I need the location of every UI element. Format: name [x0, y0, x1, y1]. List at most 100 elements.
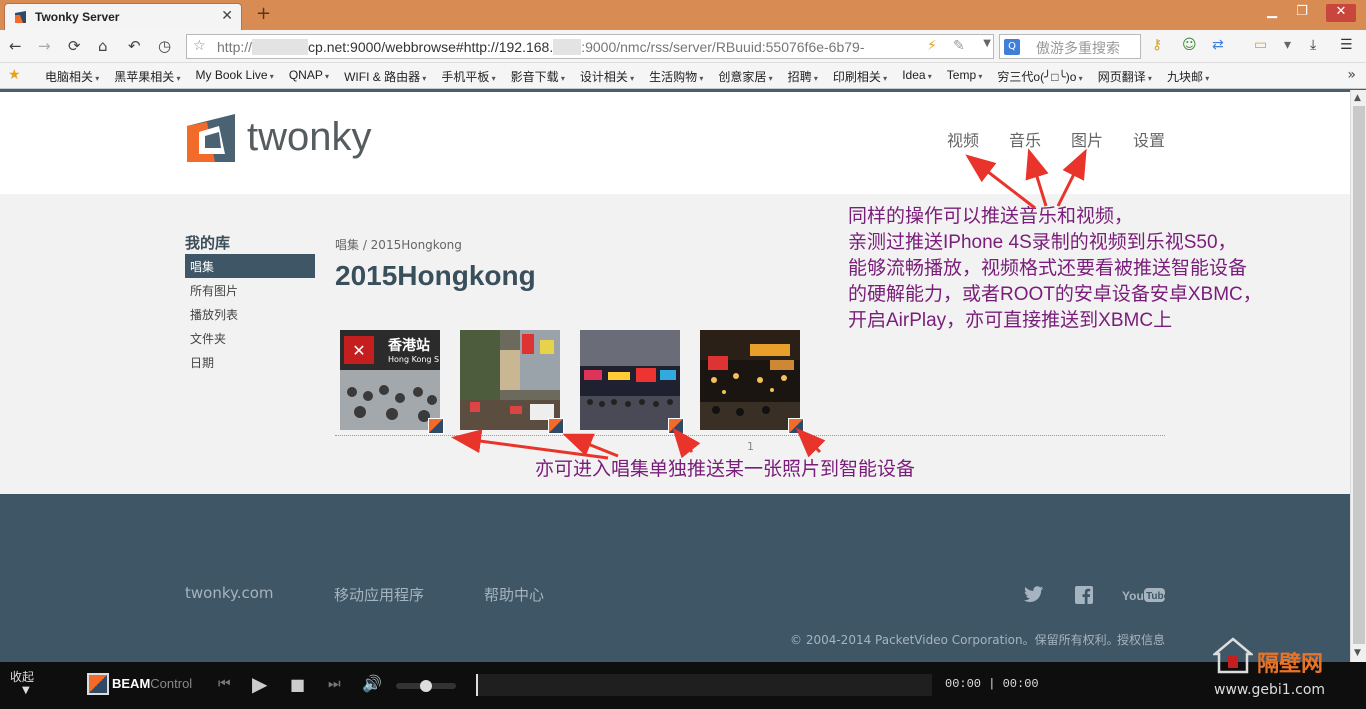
scroll-down-icon[interactable]: ▼ — [1354, 648, 1361, 658]
key-icon[interactable]: ⚷ — [1152, 37, 1162, 53]
next-icon[interactable]: ⏭ — [328, 676, 341, 692]
chevron-down-icon[interactable]: ▼ — [983, 38, 991, 49]
bookmark-list: 电脑相关黑苹果相关 My Book Live QNAP WIFI & 路由器手机平板影… — [45, 68, 1224, 85]
browser-tab[interactable]: Twonky Server ✕ — [4, 3, 242, 30]
annotation-line: 的硬解能力，或者ROOT的安卓设备安卓XBMC， — [848, 284, 1262, 305]
progress-bar[interactable] — [476, 674, 932, 696]
home-icon[interactable]: ⌂ — [98, 37, 108, 55]
sidebar-item-folders[interactable]: 文件夹 — [185, 326, 315, 350]
footer-link-help[interactable]: 帮助中心 — [484, 584, 544, 605]
photo-thumbnail[interactable] — [460, 330, 560, 430]
sidebar-item-date[interactable]: 日期 — [185, 350, 315, 374]
chevron-down-icon: ▼ — [22, 685, 30, 696]
nav-music[interactable]: 音乐 — [1009, 127, 1041, 151]
main-menu-icon[interactable]: ☰ — [1340, 37, 1353, 53]
svg-text:✕: ✕ — [352, 341, 365, 360]
photo-thumbnail[interactable] — [700, 330, 800, 430]
photo-night-street — [700, 330, 800, 430]
facebook-icon[interactable] — [1075, 586, 1093, 604]
scrollbar-thumb[interactable] — [1353, 106, 1365, 644]
logo-text: twonky — [247, 115, 372, 159]
bookmark-item[interactable]: 电脑相关 — [45, 68, 99, 85]
bookmark-item[interactable]: Idea — [902, 68, 932, 85]
bookmark-item[interactable]: 九块邮 — [1167, 68, 1209, 85]
favorites-star-icon[interactable]: ★ — [8, 67, 21, 83]
new-tab-button[interactable]: + — [256, 3, 271, 24]
footer-link-mobile-apps[interactable]: 移动应用程序 — [334, 584, 424, 605]
bookmark-item[interactable]: 生活购物 — [649, 68, 703, 85]
scroll-up-icon[interactable]: ▲ — [1354, 93, 1361, 103]
undo-close-icon[interactable]: ↶ — [128, 37, 141, 55]
bookmark-item[interactable]: 网页翻译 — [1098, 68, 1152, 85]
restore-button[interactable]: ❐ — [1290, 4, 1314, 22]
minimize-button[interactable]: ▁ — [1260, 4, 1284, 22]
beam-push-icon[interactable] — [788, 418, 804, 434]
bookmarks-bar: ★ 电脑相关黑苹果相关 My Book Live QNAP WIFI & 路由器手机平… — [0, 63, 1366, 89]
bookmark-item[interactable]: 穷三代o(╯□╰)o — [997, 68, 1082, 85]
bookmark-item[interactable]: QNAP — [289, 68, 329, 85]
menu-dropdown-icon[interactable]: ▾ — [1284, 37, 1291, 53]
photo-thumbnail[interactable]: ✕ 香港站 Hong Kong S — [340, 330, 440, 430]
breadcrumb[interactable]: 唱集 / 2015Hongkong — [335, 236, 462, 253]
tab-title: Twonky Server — [35, 10, 120, 24]
nav-settings[interactable]: 设置 — [1133, 127, 1165, 151]
sidebar-item-albums[interactable]: 唱集 — [185, 254, 315, 278]
bookmark-item[interactable]: Temp — [947, 68, 983, 85]
previous-icon[interactable]: ⏮ — [218, 676, 231, 692]
nav-video[interactable]: 视频 — [947, 127, 979, 151]
bookmark-item[interactable]: 手机平板 — [441, 68, 495, 85]
download-icon[interactable]: ⤓ — [1310, 37, 1316, 53]
bookmark-item[interactable]: 印刷相关 — [833, 68, 887, 85]
page-scrollbar[interactable]: ▲ ▼ — [1350, 90, 1366, 662]
user-icon[interactable]: ☺ — [1182, 37, 1197, 53]
search-box[interactable]: Q 傲游多重搜索 — [999, 34, 1141, 59]
search-engine-icon[interactable]: Q — [1004, 39, 1020, 55]
play-icon[interactable]: ▶ — [252, 672, 267, 696]
bookmark-item[interactable]: My Book Live — [196, 68, 274, 85]
bookmark-item[interactable]: 招聘 — [788, 68, 818, 85]
sidebar-item-playlists[interactable]: 播放列表 — [185, 302, 315, 326]
bookmark-item[interactable]: 黑苹果相关 — [114, 68, 180, 85]
collapse-button[interactable]: 收起 ▼ — [10, 670, 34, 698]
bookmark-star-icon[interactable]: ☆ — [193, 38, 206, 54]
beam-push-icon[interactable] — [548, 418, 564, 434]
url-text[interactable]: http://xxxxxxxxcp.net:9000/webbrowse#htt… — [217, 39, 917, 55]
twonky-favicon-icon — [15, 11, 26, 23]
tab-close-icon[interactable]: ✕ — [221, 8, 233, 24]
history-icon[interactable]: ◷ — [158, 37, 171, 55]
volume-icon[interactable]: 🔊 — [362, 674, 382, 693]
bookmark-item[interactable]: 影音下载 — [511, 68, 565, 85]
reload-icon[interactable]: ⟳ — [68, 37, 81, 55]
pin-icon[interactable]: ✎ — [953, 38, 965, 54]
beam-push-icon[interactable] — [428, 418, 444, 434]
svg-text:Tube: Tube — [1146, 591, 1166, 602]
bookmark-item[interactable]: WIFI & 路由器 — [344, 68, 426, 85]
beam-control-bar: 收起 ▼ BEAMControl ⏮ ▶ ■ ⏭ 🔊 00:00 | 00:00… — [0, 637, 1366, 709]
address-bar[interactable]: ☆ http://xxxxxxxxcp.net:9000/webbrowse#h… — [186, 34, 994, 59]
notes-icon[interactable]: ▭ — [1254, 37, 1267, 53]
stop-icon[interactable]: ■ — [290, 675, 305, 694]
twitter-icon[interactable] — [1024, 586, 1044, 602]
license-link[interactable]: 授权信息 — [1117, 631, 1165, 648]
youtube-icon[interactable]: You Tube — [1122, 587, 1166, 603]
bookmark-item[interactable]: 创意家居 — [718, 68, 772, 85]
beam-push-icon[interactable] — [668, 418, 684, 434]
divider — [335, 435, 1165, 436]
collapse-label: 收起 — [10, 670, 35, 684]
translate-icon[interactable]: ⇄ — [1212, 37, 1224, 53]
volume-knob[interactable] — [420, 680, 432, 692]
beam-subname: Control — [150, 676, 193, 691]
volume-slider[interactable] — [396, 680, 456, 692]
sidebar-item-all-photos[interactable]: 所有图片 — [185, 278, 315, 302]
back-icon[interactable]: ← — [9, 37, 22, 55]
nav-photos[interactable]: 图片 — [1071, 127, 1103, 151]
lightning-icon[interactable]: ⚡ — [927, 38, 937, 54]
more-bookmarks-icon[interactable]: » — [1347, 67, 1356, 83]
bookmark-item[interactable]: 设计相关 — [580, 68, 634, 85]
forward-icon[interactable]: → — [38, 37, 51, 55]
page-number[interactable]: 1 — [747, 440, 754, 453]
photo-thumbnail[interactable] — [580, 330, 680, 430]
copyright: © 2004-2014 PacketVideo Corporation。保留所有… — [790, 633, 1119, 647]
window-close-button[interactable]: ✕ — [1326, 4, 1356, 22]
footer-link-twonky[interactable]: twonky.com — [185, 584, 274, 602]
